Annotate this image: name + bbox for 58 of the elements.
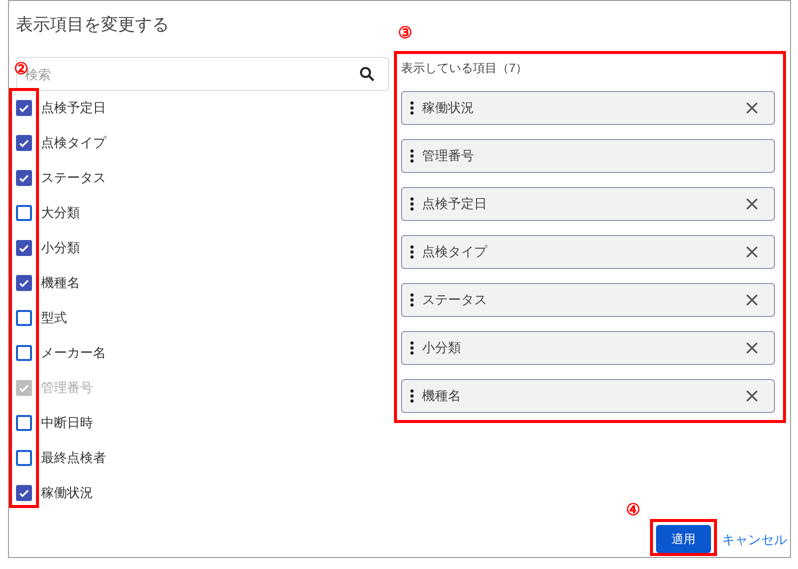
option-label: 機種名 (41, 274, 80, 292)
option-label: ステータス (41, 168, 106, 187)
checkbox[interactable] (16, 450, 32, 466)
close-icon[interactable] (746, 246, 758, 258)
annotation-frame (650, 519, 717, 556)
option-label: 型式 (41, 308, 67, 327)
item-label: 機種名 (422, 387, 462, 406)
shown-item[interactable]: 点検予定日 (401, 187, 775, 221)
shown-item[interactable]: ステータス (401, 283, 775, 317)
drag-handle-icon[interactable] (410, 293, 414, 307)
annotation-number: ③ (398, 26, 412, 42)
search-icon[interactable] (359, 66, 375, 82)
checkbox[interactable] (16, 134, 32, 150)
checkbox[interactable] (16, 100, 32, 116)
drag-handle-icon[interactable] (410, 101, 414, 115)
annotation-number: ④ (626, 503, 640, 519)
option-label: 点検タイプ (41, 134, 106, 152)
item-label: 管理番号 (422, 147, 475, 166)
checkbox[interactable] (16, 344, 32, 360)
apply-button[interactable]: 適用 (656, 525, 711, 553)
shown-item[interactable]: 機種名 (401, 379, 775, 413)
checkbox[interactable] (16, 204, 32, 220)
option-label: 管理番号 (41, 378, 93, 397)
drag-handle-icon[interactable] (410, 389, 414, 403)
item-label: 点検予定日 (422, 195, 488, 214)
shown-item[interactable]: 管理番号 (401, 139, 775, 173)
item-label: 点検タイプ (422, 243, 488, 262)
shown-item[interactable]: 稼働状況 (401, 91, 775, 125)
close-icon[interactable] (746, 342, 758, 354)
drag-handle-icon[interactable] (410, 341, 414, 355)
item-label: 稼働状況 (422, 99, 475, 118)
option-label: 大分類 (41, 204, 80, 222)
item-label: ステータス (422, 291, 488, 310)
option-label: 小分類 (41, 238, 80, 257)
shown-item[interactable]: 小分類 (401, 331, 775, 365)
option-label: 稼働状況 (41, 484, 93, 502)
close-icon[interactable] (746, 390, 758, 402)
checkbox[interactable] (16, 170, 32, 186)
option-label: 中断日時 (41, 414, 93, 432)
drag-handle-icon[interactable] (410, 197, 414, 211)
checkbox[interactable] (16, 484, 32, 500)
drag-handle-icon[interactable] (410, 245, 414, 259)
option-label: 点検予定日 (41, 98, 106, 117)
panel-heading: 表示している項目（7） (401, 60, 529, 77)
checkbox[interactable] (16, 274, 32, 290)
close-icon[interactable] (746, 294, 758, 306)
checkbox[interactable] (16, 240, 32, 256)
option-label: メーカー名 (41, 344, 106, 362)
checkbox[interactable] (16, 414, 32, 430)
close-icon[interactable] (746, 102, 758, 114)
cancel-link[interactable]: キャンセル (722, 530, 787, 550)
close-icon[interactable] (746, 198, 758, 210)
item-label: 小分類 (422, 339, 462, 358)
shown-item[interactable]: 点検タイプ (401, 235, 775, 269)
checkbox[interactable] (16, 310, 32, 326)
option-label: 最終点検者 (41, 448, 106, 467)
dialog-title: 表示項目を変更する (16, 14, 169, 36)
drag-handle-icon[interactable] (410, 149, 414, 163)
